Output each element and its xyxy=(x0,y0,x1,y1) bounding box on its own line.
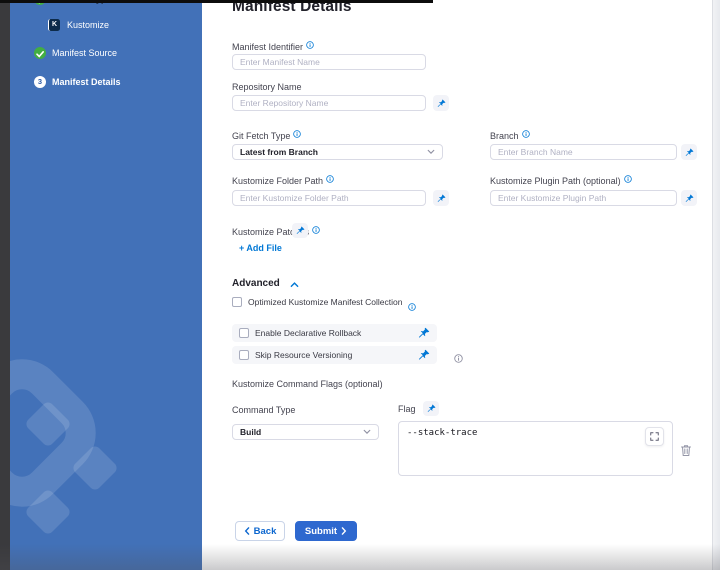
flag-label: Flag xyxy=(398,404,416,414)
declarative-rollback-row: Enable Declarative Rollback xyxy=(232,324,437,342)
flag-pin-button[interactable] xyxy=(423,401,439,416)
pin-icon xyxy=(427,404,436,413)
chevron-down-icon xyxy=(363,429,371,435)
info-icon[interactable] xyxy=(312,226,320,234)
back-button-label: Back xyxy=(254,526,277,537)
kustomize-patches-pin-button[interactable] xyxy=(292,223,308,238)
back-button[interactable]: Back xyxy=(235,521,285,541)
step-label: Manifest Source xyxy=(52,48,117,58)
kustomize-folder-path-pin-button[interactable] xyxy=(433,190,449,206)
repository-name-pin-button[interactable] xyxy=(433,95,449,111)
checkbox-label: Skip Resource Versioning xyxy=(255,350,412,360)
pin-icon xyxy=(296,226,305,235)
kustomize-plugin-path-label: Kustomize Plugin Path (optional) xyxy=(490,175,632,186)
submit-button[interactable]: Submit xyxy=(295,521,357,541)
pin-icon xyxy=(437,99,446,108)
pin-icon xyxy=(685,148,694,157)
info-icon[interactable] xyxy=(522,130,530,138)
step-number-badge: 3 xyxy=(34,76,46,88)
check-icon xyxy=(34,47,46,59)
chevron-left-icon xyxy=(244,527,250,535)
dimmed-background-strip xyxy=(0,0,10,570)
info-icon[interactable] xyxy=(454,350,462,358)
branch-input[interactable] xyxy=(490,144,677,160)
git-fetch-type-select[interactable]: Latest from Branch xyxy=(232,144,443,160)
pin-icon xyxy=(685,194,694,203)
info-icon[interactable] xyxy=(408,298,416,306)
kustomize-folder-path-label: Kustomize Folder Path xyxy=(232,175,334,186)
manifest-details-drawer: Manifest Type K Kustomize Manifest Sourc… xyxy=(0,0,720,570)
chevron-down-icon xyxy=(427,149,435,155)
delete-flag-icon[interactable] xyxy=(680,444,692,457)
command-flags-section-label: Kustomize Command Flags (optional) xyxy=(232,379,383,389)
repository-name-input[interactable] xyxy=(232,95,426,111)
git-fetch-type-label: Git Fetch Type xyxy=(232,130,301,141)
branch-pin-button[interactable] xyxy=(681,144,697,160)
optimized-collection-checkbox[interactable] xyxy=(232,297,242,307)
chevron-up-icon[interactable] xyxy=(290,281,299,288)
window-edge-artifact xyxy=(0,0,433,3)
pin-icon[interactable] xyxy=(418,327,430,339)
pin-icon[interactable] xyxy=(418,349,430,361)
sidebar-step-manifest-source[interactable]: Manifest Source xyxy=(10,47,202,61)
info-icon[interactable] xyxy=(326,175,334,183)
skip-resource-versioning-row: Skip Resource Versioning xyxy=(232,346,437,364)
chevron-right-icon xyxy=(341,527,347,535)
manifest-identifier-label: Manifest Identifier xyxy=(232,41,314,52)
sidebar-step-manifest-details[interactable]: 3 Manifest Details xyxy=(10,76,202,90)
background-right-strip xyxy=(712,0,720,570)
command-type-select[interactable]: Build xyxy=(232,424,379,440)
kustomize-plugin-path-pin-button[interactable] xyxy=(681,190,697,206)
command-type-label: Command Type xyxy=(232,405,295,415)
kustomize-plugin-path-input[interactable] xyxy=(490,190,677,206)
info-icon[interactable] xyxy=(306,41,314,49)
expand-editor-button[interactable] xyxy=(645,427,664,446)
sidebar-step-kustomize[interactable]: K Kustomize xyxy=(10,19,202,33)
checkbox-label: Enable Declarative Rollback xyxy=(255,328,412,338)
submit-button-label: Submit xyxy=(305,526,337,537)
manifest-identifier-input[interactable] xyxy=(232,54,426,70)
kustomize-icon: K xyxy=(48,19,60,31)
info-icon[interactable] xyxy=(293,130,301,138)
branch-label: Branch xyxy=(490,130,530,141)
optimized-collection-row: Optimized Kustomize Manifest Collection xyxy=(232,297,416,307)
pin-icon xyxy=(437,194,446,203)
info-icon[interactable] xyxy=(624,175,632,183)
expand-icon xyxy=(650,432,659,441)
skip-resource-versioning-checkbox[interactable] xyxy=(239,350,249,360)
step-sidebar: Manifest Type K Kustomize Manifest Sourc… xyxy=(10,0,202,570)
add-file-button[interactable]: + Add File xyxy=(239,243,282,253)
kustomize-folder-path-input[interactable] xyxy=(232,190,426,206)
step-label: Kustomize xyxy=(67,20,109,30)
declarative-rollback-checkbox[interactable] xyxy=(239,328,249,338)
repository-name-label: Repository Name xyxy=(232,82,302,92)
flag-value-textarea[interactable]: --stack-trace xyxy=(398,421,673,476)
step-label: Manifest Details xyxy=(52,77,121,87)
manifest-details-form: Manifest Details Manifest Identifier Rep… xyxy=(202,0,712,570)
advanced-section-toggle[interactable]: Advanced xyxy=(232,278,280,289)
checkbox-label: Optimized Kustomize Manifest Collection xyxy=(248,297,402,307)
